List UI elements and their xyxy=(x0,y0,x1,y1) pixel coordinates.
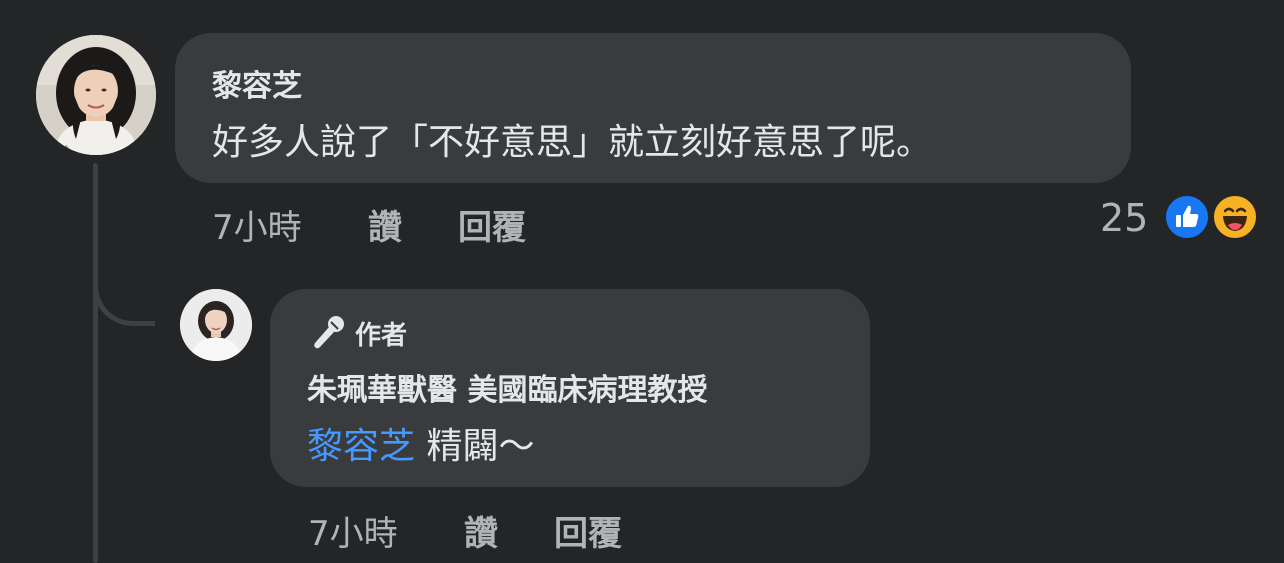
reply-connector xyxy=(93,250,155,326)
reply-comment-reply-button[interactable]: 回覆 xyxy=(554,506,622,555)
reaction-count[interactable]: 25 xyxy=(1100,196,1148,240)
thread-line xyxy=(93,163,98,563)
reply-comment-bubble: 作者 朱珮華獸醫 美國臨床病理教授 黎容芝 精闢～ xyxy=(270,289,870,487)
main-comment-author[interactable]: 黎容芝 xyxy=(212,61,302,105)
mention-link[interactable]: 黎容芝 xyxy=(307,426,415,467)
reply-comment-time[interactable]: 7小時 xyxy=(308,506,398,555)
avatar-main-image xyxy=(36,35,156,155)
author-badge: 作者 xyxy=(307,313,407,353)
main-comment-reply-button[interactable]: 回覆 xyxy=(458,200,526,249)
avatar-reply-author[interactable] xyxy=(180,289,252,361)
reply-comment-text: 精闢～ xyxy=(426,426,535,467)
microphone-icon xyxy=(314,316,344,349)
main-comment-like-button[interactable]: 讚 xyxy=(368,200,402,249)
reply-comment-body: 黎容芝 精闢～ xyxy=(307,417,534,469)
avatar-reply-image xyxy=(180,289,252,361)
main-comment-bubble: 黎容芝 好多人說了「不好意思」就立刻好意思了呢。 xyxy=(175,33,1131,183)
like-icon-glyph xyxy=(1176,205,1199,227)
like-icon[interactable] xyxy=(1163,193,1211,241)
main-comment-text: 好多人說了「不好意思」就立刻好意思了呢。 xyxy=(212,122,933,163)
reply-comment-like-button[interactable]: 讚 xyxy=(464,506,498,555)
main-comment-time[interactable]: 7小時 xyxy=(212,200,302,249)
author-badge-label: 作者 xyxy=(355,320,408,351)
reply-comment-author[interactable]: 朱珮華獸醫 美國臨床病理教授 xyxy=(307,365,707,409)
avatar-main-commenter[interactable] xyxy=(36,35,156,155)
haha-icon[interactable] xyxy=(1211,193,1259,241)
haha-icon-glyph xyxy=(1223,207,1247,231)
